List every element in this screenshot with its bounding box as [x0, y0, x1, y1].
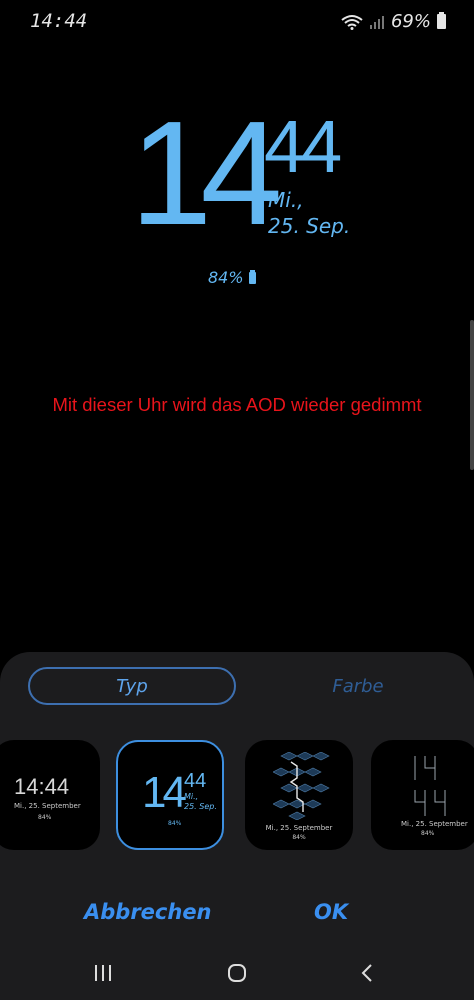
- aod-battery-percent: 84%: [208, 268, 244, 287]
- clock-style-cubes[interactable]: Mi., 25. September 84%: [245, 740, 353, 850]
- thumb-date: Mi., 25. September: [14, 802, 81, 810]
- clock-style-sheet: Typ Farbe 14:44 Mi., 25. September 84% 1…: [0, 652, 474, 1000]
- recent-apps-icon[interactable]: [93, 964, 113, 982]
- clock-minute: 44: [264, 105, 342, 188]
- thumb-day: Mi.,: [184, 792, 199, 801]
- thumb-battery: 84%: [168, 820, 182, 827]
- home-icon[interactable]: [227, 963, 247, 983]
- tab-color[interactable]: Farbe: [268, 667, 448, 705]
- action-bar: Abbrechen OK: [0, 900, 474, 930]
- clock-style-list: 14:44 Mi., 25. September 84% 14 44 Mi., …: [0, 740, 474, 855]
- thumb-hour: 14: [142, 768, 187, 817]
- status-time: 14:44: [30, 10, 88, 32]
- aod-clock: 14 44 Mi., 25. Sep.: [130, 100, 370, 248]
- ok-button[interactable]: OK: [314, 900, 348, 924]
- clock-date: 25. Sep.: [268, 214, 351, 238]
- clock-style-outline[interactable]: Mi., 25. September 84%: [371, 740, 474, 850]
- wifi-icon: [341, 14, 363, 30]
- battery-icon: [437, 12, 446, 29]
- dimming-notice: Mit dieser Uhr wird das AOD wieder gedim…: [52, 394, 422, 415]
- clock-style-large-selected[interactable]: 14 44 Mi., 25. Sep. 84%: [116, 740, 224, 850]
- clock-hour: 14: [130, 91, 283, 256]
- cancel-button[interactable]: Abbrechen: [84, 900, 212, 924]
- outline-digits-icon: [414, 756, 446, 816]
- cube-clock-icon: [273, 752, 330, 820]
- thumb-battery: 84%: [421, 830, 435, 837]
- clock-day: Mi.,: [268, 188, 304, 212]
- back-icon[interactable]: [360, 963, 374, 983]
- tab-type[interactable]: Typ: [28, 667, 236, 705]
- thumb-battery: 84%: [38, 814, 52, 821]
- aod-battery: 84%: [208, 268, 256, 287]
- scroll-indicator: [470, 320, 474, 470]
- status-icons: 69%: [341, 11, 446, 32]
- battery-percent: 69%: [390, 11, 431, 32]
- thumb-time: 14:44: [14, 774, 70, 799]
- clock-style-digital[interactable]: 14:44 Mi., 25. September 84%: [0, 740, 100, 850]
- battery-icon: [248, 269, 256, 284]
- thumb-battery: 84%: [292, 834, 306, 841]
- thumb-minute: 44: [184, 770, 207, 792]
- signal-icon: [369, 15, 384, 29]
- thumb-date: Mi., 25. September: [401, 820, 468, 828]
- thumb-date: 25. Sep.: [184, 802, 217, 811]
- navigation-bar: [0, 950, 474, 1000]
- status-bar: 14:44 69%: [0, 0, 474, 46]
- style-tabs: Typ Farbe: [28, 667, 448, 707]
- thumb-date: Mi., 25. September: [265, 824, 333, 832]
